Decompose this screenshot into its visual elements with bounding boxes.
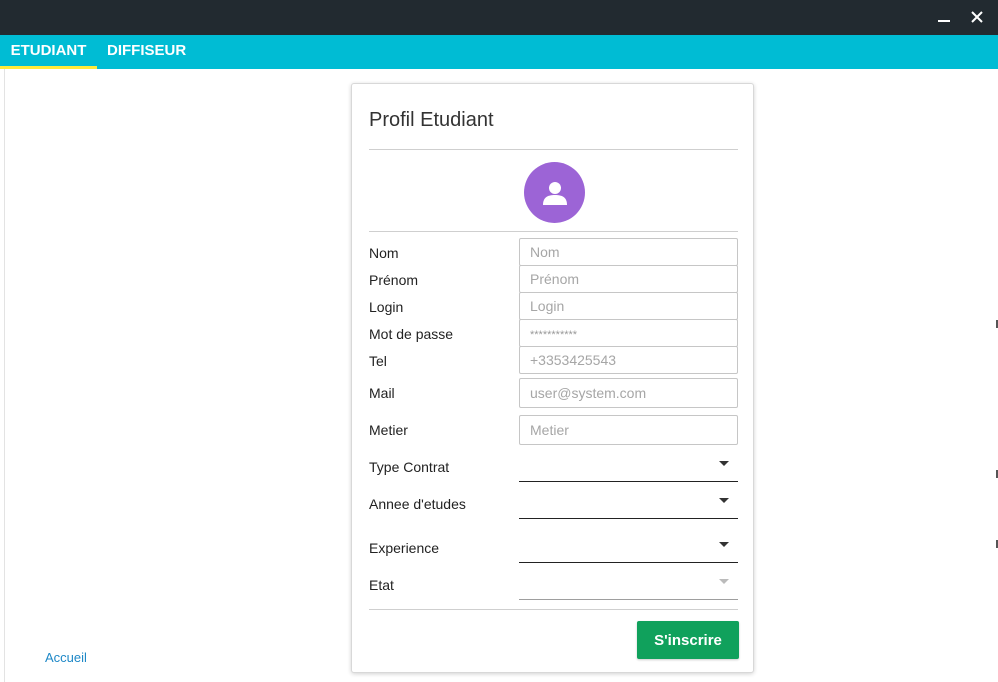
avatar-divider — [369, 231, 738, 232]
close-icon[interactable] — [966, 6, 988, 28]
metier-input[interactable] — [519, 415, 738, 445]
type-contrat-label: Type Contrat — [369, 459, 450, 475]
chevron-down-icon — [719, 542, 729, 547]
tab-bar: ETUDIANT DIFFISEUR — [0, 35, 998, 69]
tel-input[interactable] — [519, 346, 738, 374]
nom-label: Nom — [369, 245, 399, 261]
metier-label: Metier — [369, 422, 408, 438]
title-divider — [369, 149, 738, 150]
mail-label: Mail — [369, 385, 395, 401]
experience-label: Experience — [369, 540, 440, 556]
mail-input[interactable] — [519, 378, 738, 408]
tel-label: Tel — [369, 353, 387, 369]
form-divider — [369, 609, 738, 610]
accueil-link[interactable]: Accueil — [45, 650, 87, 665]
experience-select[interactable] — [519, 527, 738, 563]
user-icon — [542, 181, 567, 205]
password-input[interactable] — [519, 319, 738, 347]
login-input[interactable] — [519, 292, 738, 320]
tab-diffiseur[interactable]: DIFFISEUR — [107, 35, 186, 69]
nom-input[interactable] — [519, 238, 738, 266]
prenom-input[interactable] — [519, 265, 738, 293]
etat-select[interactable] — [519, 564, 738, 600]
sinscrire-button[interactable]: S'inscrire — [637, 621, 739, 659]
chevron-down-icon — [719, 579, 729, 584]
student-profile-card: Profil Etudiant Nom Prénom Login Mot de … — [351, 83, 754, 673]
chevron-down-icon — [719, 461, 729, 466]
chevron-down-icon — [719, 498, 729, 503]
window-titlebar — [0, 0, 998, 35]
card-title: Profil Etudiant — [369, 109, 494, 131]
content-left-border — [0, 69, 5, 682]
type-contrat-select[interactable] — [519, 446, 738, 482]
prenom-label: Prénom — [369, 272, 419, 288]
avatar — [524, 162, 585, 223]
password-label: Mot de passe — [369, 326, 454, 342]
etat-label: Etat — [369, 577, 394, 593]
tab-etudiant[interactable]: ETUDIANT — [0, 35, 97, 69]
login-label: Login — [369, 299, 404, 315]
annee-etudes-label: Annee d'etudes — [369, 496, 466, 512]
annee-etudes-select[interactable] — [519, 483, 738, 519]
minimize-icon[interactable] — [933, 6, 955, 28]
